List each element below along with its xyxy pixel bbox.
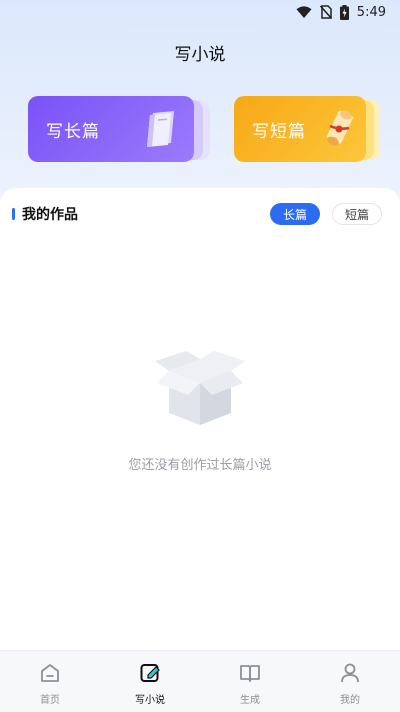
nav-label-write: 写小说 bbox=[135, 695, 165, 706]
works-tabs: 长篇 短篇 bbox=[270, 203, 382, 225]
nav-label-home: 首页 bbox=[40, 695, 60, 706]
section-accent-bar bbox=[12, 208, 15, 220]
bottom-nav: 首页 写小说 生成 我的 bbox=[0, 650, 400, 712]
battery-charging-icon bbox=[339, 4, 349, 20]
page-title: 写小说 bbox=[174, 45, 226, 65]
write-short-card[interactable]: 写短篇 bbox=[234, 96, 380, 164]
write-long-button[interactable]: 写长篇 bbox=[28, 96, 194, 162]
nav-item-me[interactable]: 我的 bbox=[300, 651, 400, 712]
write-short-label: 写短篇 bbox=[252, 121, 306, 142]
edit-icon bbox=[139, 661, 161, 685]
home-icon bbox=[39, 661, 61, 685]
nav-label-me: 我的 bbox=[340, 695, 360, 706]
nav-item-generate[interactable]: 生成 bbox=[200, 651, 300, 712]
write-long-label: 写长篇 bbox=[46, 121, 100, 142]
tab-long[interactable]: 长篇 bbox=[270, 203, 320, 225]
section-title: 我的作品 bbox=[22, 207, 78, 223]
empty-box-icon bbox=[153, 351, 247, 431]
nav-item-write[interactable]: 写小说 bbox=[100, 651, 200, 712]
status-time: 5:49 bbox=[356, 4, 386, 20]
nav-item-home[interactable]: 首页 bbox=[0, 651, 100, 712]
no-sim-icon bbox=[319, 5, 332, 19]
open-book-icon bbox=[239, 661, 261, 685]
scroll-icon bbox=[322, 108, 356, 152]
wifi-icon bbox=[296, 5, 312, 19]
section-header: 我的作品 bbox=[12, 204, 78, 224]
status-bar: 5:49 bbox=[0, 0, 400, 24]
write-long-card[interactable]: 写长篇 bbox=[28, 96, 210, 164]
write-short-button[interactable]: 写短篇 bbox=[234, 96, 366, 162]
nav-label-generate: 生成 bbox=[240, 695, 260, 706]
empty-state-text: 您还没有创作过长篇小说 bbox=[128, 458, 272, 473]
book-icon bbox=[144, 110, 178, 152]
my-works-panel: 我的作品 长篇 短篇 您还没有创作过长篇小说 bbox=[0, 188, 400, 650]
tab-short[interactable]: 短篇 bbox=[332, 203, 382, 225]
person-icon bbox=[339, 661, 361, 685]
